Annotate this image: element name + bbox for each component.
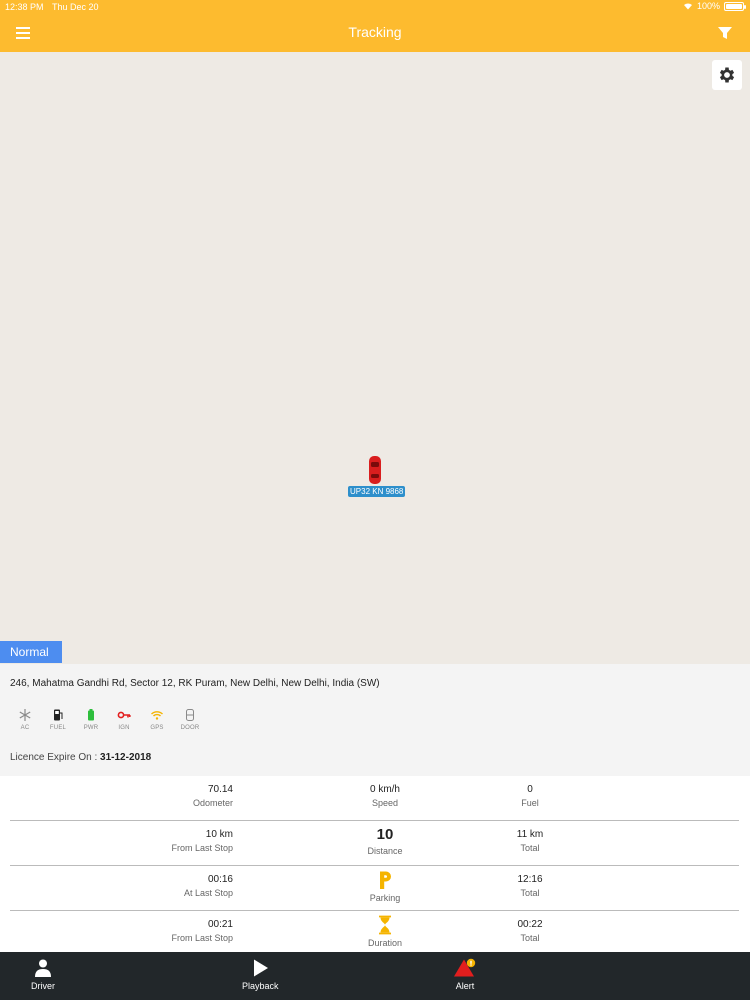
indicator-door: DOOR <box>179 708 201 731</box>
parking-total-cell: 12:16 Total <box>440 874 620 898</box>
odometer-value: 70.14 <box>207 784 233 795</box>
sensor-indicators: AC FUEL PWR IGN GPS DOOR <box>14 708 201 731</box>
duration-last-stop-label: From Last Stop <box>171 933 233 943</box>
fuel-value: 0 <box>527 784 533 795</box>
fuel-cell: 0 Fuel <box>440 784 620 808</box>
parking-icon <box>380 871 391 889</box>
parking-last-stop-label: At Last Stop <box>183 888 233 898</box>
distance-cell: 10 Distance <box>310 826 460 857</box>
licence-date: 31-12-2018 <box>100 752 152 763</box>
nav-playback[interactable]: Playback <box>242 958 279 991</box>
indicator-label: FUEL <box>49 725 67 731</box>
stats-row-parking: 00:16 At Last Stop Parking 12:16 Total <box>10 866 739 911</box>
door-icon <box>186 709 194 721</box>
play-icon <box>254 959 269 977</box>
indicator-label: PWR <box>83 725 99 731</box>
indicator-label: AC <box>20 725 30 731</box>
app-header: Tracking <box>0 14 750 52</box>
speed-value: 0 km/h <box>369 784 400 795</box>
fuel-icon <box>54 709 63 721</box>
bottom-nav: Driver Playback Alert <box>0 952 750 1000</box>
snowflake-icon <box>19 709 31 721</box>
vehicle-address: 246, Mahatma Gandhi Rd, Sector 12, RK Pu… <box>10 678 380 689</box>
alert-icon <box>454 958 476 977</box>
nav-alert-label: Alert <box>455 981 475 991</box>
fuel-label: Fuel <box>521 798 539 808</box>
duration-last-stop-cell: 00:21 From Last Stop <box>73 919 233 943</box>
distance-total-label: Total <box>520 843 540 853</box>
trip-stats: 70.14 Odometer 0 km/h Speed 0 Fuel 10 km… <box>10 776 739 956</box>
map-settings-button[interactable] <box>712 60 742 90</box>
vehicle-status-chip: Normal <box>0 641 62 663</box>
indicator-label: DOOR <box>180 725 200 731</box>
duration-cell: Duration <box>310 915 460 948</box>
stats-row-odometer: 70.14 Odometer 0 km/h Speed 0 Fuel <box>10 776 739 821</box>
parking-last-stop-value: 00:16 <box>207 874 233 885</box>
vehicle-car-icon[interactable] <box>367 455 383 485</box>
indicator-label: IGN <box>118 725 130 731</box>
parking-label: Parking <box>369 893 401 903</box>
distance-last-stop-cell: 10 km From Last Stop <box>73 829 233 853</box>
licence-expiry: Licence Expire On : 31-12-2018 <box>10 752 151 763</box>
odometer-cell: 70.14 Odometer <box>73 784 233 808</box>
indicator-label: GPS <box>150 725 164 731</box>
status-bar: 12:38 PM Thu Dec 20 100% <box>0 0 750 14</box>
key-icon <box>117 711 131 719</box>
distance-label: Distance <box>367 846 403 856</box>
duration-total-cell: 00:22 Total <box>440 919 620 943</box>
indicator-ac: AC <box>14 708 36 731</box>
distance-total-value: 11 km <box>516 829 544 840</box>
distance-total-cell: 11 km Total <box>440 829 620 853</box>
battery-icon <box>724 1 746 11</box>
battery-icon <box>88 709 94 721</box>
nav-playback-label: Playback <box>242 981 279 991</box>
vehicle-plate-label[interactable]: UP32 KN 9868 <box>348 486 406 497</box>
duration-total-value: 00:22 <box>517 919 543 930</box>
wifi-icon <box>151 711 163 720</box>
gear-icon <box>719 67 735 83</box>
parking-total-label: Total <box>520 888 540 898</box>
parking-total-value: 12:16 <box>517 874 543 885</box>
stats-row-duration: 00:21 From Last Stop Duration 00:22 Tota… <box>10 911 739 956</box>
status-time: 12:38 PM <box>5 2 44 12</box>
nav-driver[interactable]: Driver <box>31 958 55 991</box>
odometer-label: Odometer <box>192 798 233 808</box>
parking-last-stop-cell: 00:16 At Last Stop <box>73 874 233 898</box>
duration-label: Duration <box>367 938 403 948</box>
battery-percent: 100% <box>696 1 720 11</box>
stats-row-distance: 10 km From Last Stop 10 Distance 11 km T… <box>10 821 739 866</box>
map-view[interactable]: UP32 KN 9868 Normal <box>0 52 750 664</box>
distance-last-stop-label: From Last Stop <box>171 843 233 853</box>
indicator-fuel: FUEL <box>47 708 69 731</box>
licence-label: Licence Expire On : <box>10 752 98 763</box>
duration-total-label: Total <box>520 933 540 943</box>
filter-icon[interactable] <box>716 24 734 42</box>
person-icon <box>35 959 51 977</box>
duration-last-stop-value: 00:21 <box>207 919 233 930</box>
speed-label: Speed <box>371 798 399 808</box>
indicator-power: PWR <box>80 708 102 731</box>
nav-driver-label: Driver <box>31 981 55 991</box>
status-date: Thu Dec 20 <box>52 2 99 12</box>
vehicle-info-panel: 246, Mahatma Gandhi Rd, Sector 12, RK Pu… <box>0 664 750 776</box>
distance-big-value: 10 <box>376 826 394 843</box>
indicator-gps: GPS <box>146 708 168 731</box>
nav-alert[interactable]: Alert <box>452 958 478 991</box>
indicator-ignition: IGN <box>113 708 135 731</box>
page-title: Tracking <box>348 24 402 40</box>
parking-cell: Parking <box>310 870 460 903</box>
hourglass-icon <box>379 915 391 935</box>
top-bar: 12:38 PM Thu Dec 20 100% Tracking <box>0 0 750 52</box>
status-right: 100% <box>683 1 746 11</box>
speed-cell: 0 km/h Speed <box>310 784 460 808</box>
wifi-status-icon <box>683 3 692 10</box>
distance-last-stop-value: 10 km <box>205 829 233 840</box>
